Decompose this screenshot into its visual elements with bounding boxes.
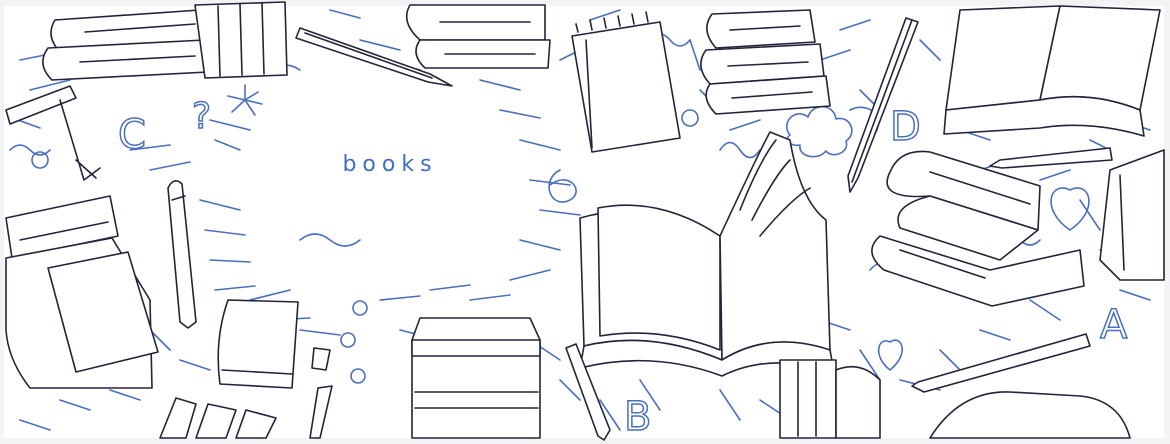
svg-text:?: ? <box>192 96 211 137</box>
open-book-icon <box>943 5 1161 137</box>
book-icon <box>1099 149 1165 281</box>
book-stack-icon <box>405 4 551 69</box>
book-icon <box>411 317 541 439</box>
books-banner: C ? D A B books <box>0 0 1170 444</box>
book-stack-icon <box>700 9 831 115</box>
eraser-icon <box>217 299 299 389</box>
svg-text:C: C <box>118 112 146 158</box>
svg-text:B: B <box>624 394 651 440</box>
svg-text:A: A <box>1100 302 1128 348</box>
books-illustration: C ? D A B <box>4 1 1165 441</box>
book-stack-icon <box>779 359 881 439</box>
banner-title: books <box>342 152 438 177</box>
svg-text:D: D <box>890 104 921 150</box>
